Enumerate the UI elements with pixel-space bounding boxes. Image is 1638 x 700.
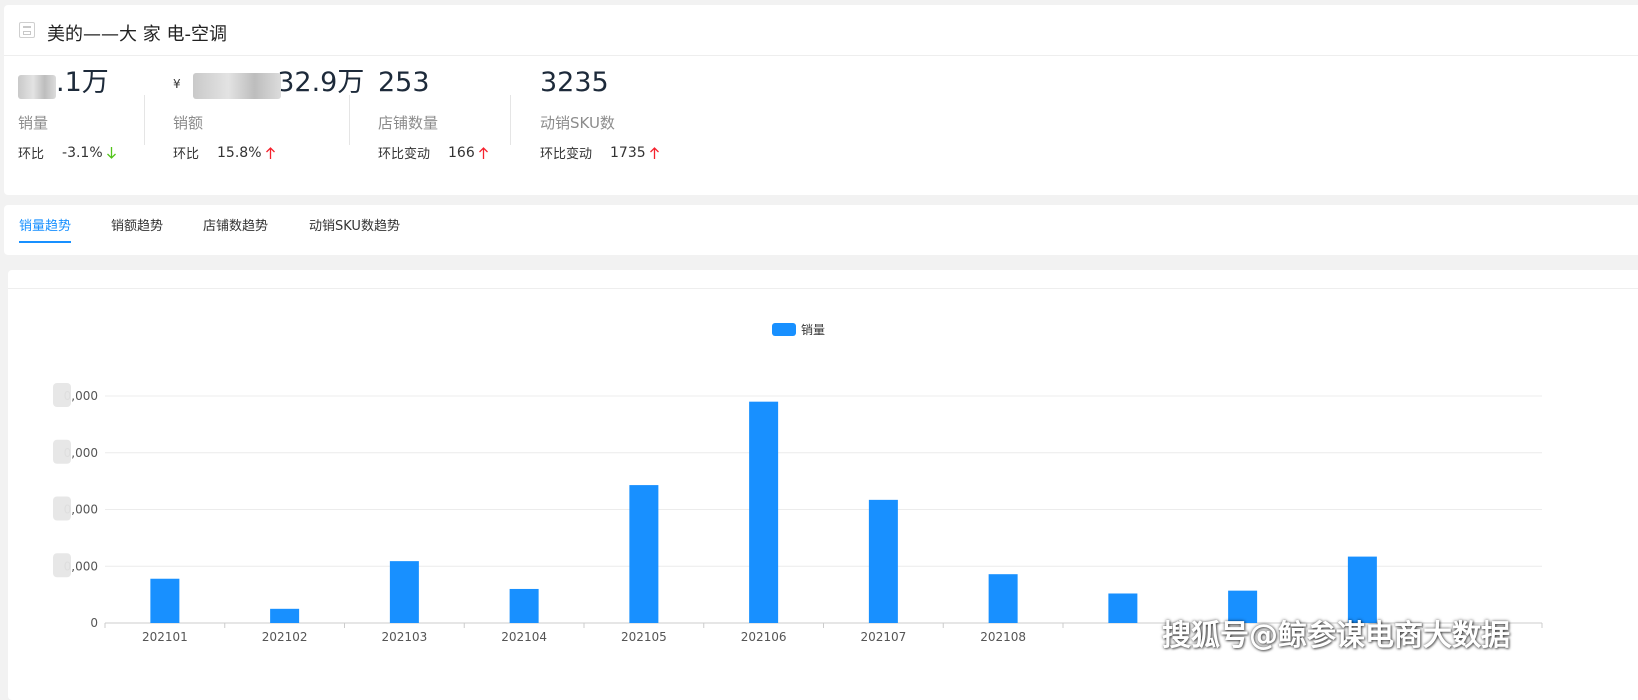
watermark: 搜狐号@鲸参谋电商大数据 [1162,618,1511,652]
legend-label: 销量 [801,323,825,337]
metric-store-count: 253 店铺数量 环比变动 166 [378,65,489,162]
metric-value: .1万 [18,65,117,101]
x-tick-label: 202107 [860,630,906,644]
metric-label: 店铺数量 [378,114,439,132]
compare-label: 环比 [18,147,45,162]
arrow-up-icon [478,146,488,159]
metric-value: 253 [378,67,430,98]
page-title: 美的——大 家 电-空调 [47,24,227,45]
bar-202107 [868,499,898,623]
tab-active-sku-trend[interactable]: 动销SKU数趋势 [309,215,400,241]
x-tick-label: 202104 [501,630,547,644]
metric-value-text: 32.9万 [277,67,365,98]
compare-label: 环比变动 [540,147,593,162]
metric-divider [349,95,350,145]
metric-compare: 环比变动 1735 [540,143,660,162]
summary-card: 美的——大 家 电-空调 .1万 销量 环比 -3.1% ¥ 32.9万 销额 … [4,5,1638,195]
metric-label: 销量 [18,114,49,132]
bar-202102 [270,608,300,623]
metric-value: ¥ 32.9万 [173,65,364,101]
metric-sales-volume: .1万 销量 环比 -3.1% [18,65,117,162]
currency-symbol: ¥ [173,76,181,91]
x-tick-label: 202101 [142,630,188,644]
redacted-blur [53,496,71,521]
tab-sales-amount-trend[interactable]: 销额趋势 [111,215,163,241]
bar-202106 [749,401,779,623]
metric-compare: 环比变动 166 [378,143,489,162]
bar-202103 [389,561,419,623]
redacted-blur [53,553,71,578]
x-tick-label: 202106 [741,630,787,644]
x-tick-label: 202105 [621,630,667,644]
category-icon [19,22,35,38]
arrow-down-icon [106,146,116,159]
bar-202105 [629,485,659,623]
bar-202101 [150,578,180,623]
y-tick-label: 0 [90,616,98,630]
compare-label: 环比变动 [378,147,431,162]
redacted-blur [53,383,71,407]
legend-swatch [772,323,796,336]
arrow-up-icon [649,146,659,159]
compare-label: 环比 [173,147,200,162]
x-tick-label: 202108 [980,630,1026,644]
metric-divider [510,95,511,145]
metric-value: 3235 [540,67,609,98]
metric-label: 销额 [173,114,204,132]
bar-202104 [509,588,539,623]
tab-store-count-trend[interactable]: 店铺数趋势 [203,215,268,241]
card-header: 美的——大 家 电-空调 [4,5,1638,56]
metric-sales-amount: ¥ 32.9万 销额 环比 15.8% [173,65,364,162]
metric-compare: 环比 15.8% [173,143,364,162]
redacted-blur [193,73,281,99]
tab-sales-volume-trend[interactable]: 销量趋势 [19,215,72,243]
metric-compare: 环比 -3.1% [18,143,117,162]
arrow-up-icon [265,146,275,159]
redacted-blur [18,75,56,99]
x-tick-label: 202103 [381,630,427,644]
compare-value: -3.1% [62,144,103,161]
metric-value-text: .1万 [56,67,109,98]
metric-active-sku: 3235 动销SKU数 环比变动 1735 [540,65,660,162]
compare-value: 1735 [610,144,646,161]
compare-value: 166 [448,144,475,161]
x-tick-label: 202102 [262,630,308,644]
metric-divider [144,95,145,145]
bar-202109 [1108,593,1138,623]
metric-label: 动销SKU数 [540,114,615,132]
bar-202108 [988,574,1018,623]
trend-tabs: 销量趋势 销额趋势 店铺数趋势 动销SKU数趋势 [4,205,1638,255]
redacted-blur [53,439,71,464]
compare-value: 15.8% [217,144,262,161]
